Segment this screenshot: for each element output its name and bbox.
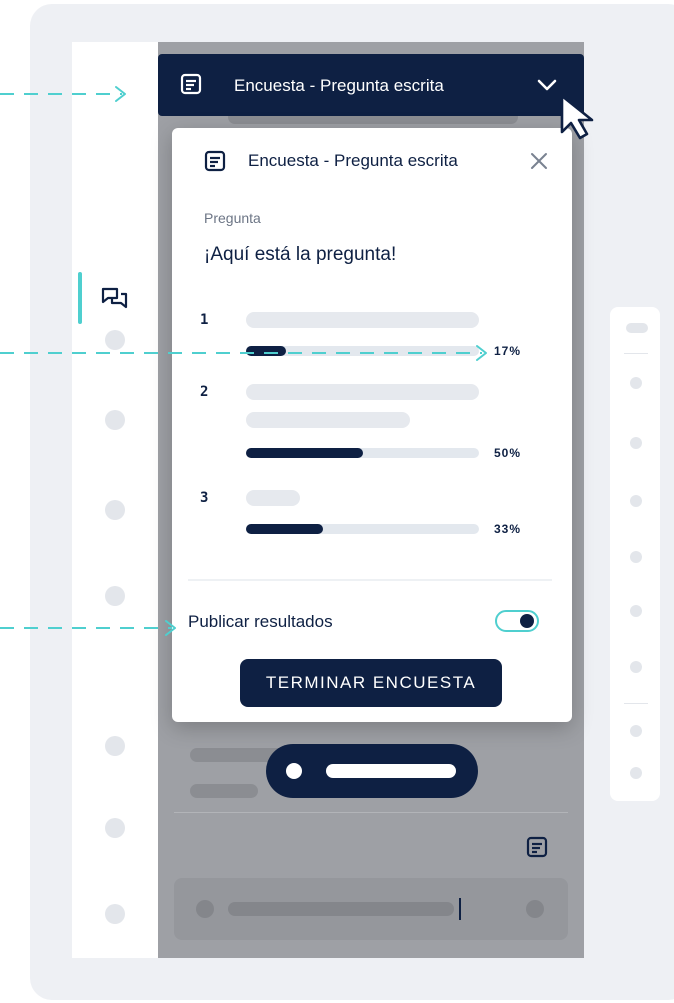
mouse-cursor-icon [560,94,594,140]
callout-arrows [0,86,487,636]
